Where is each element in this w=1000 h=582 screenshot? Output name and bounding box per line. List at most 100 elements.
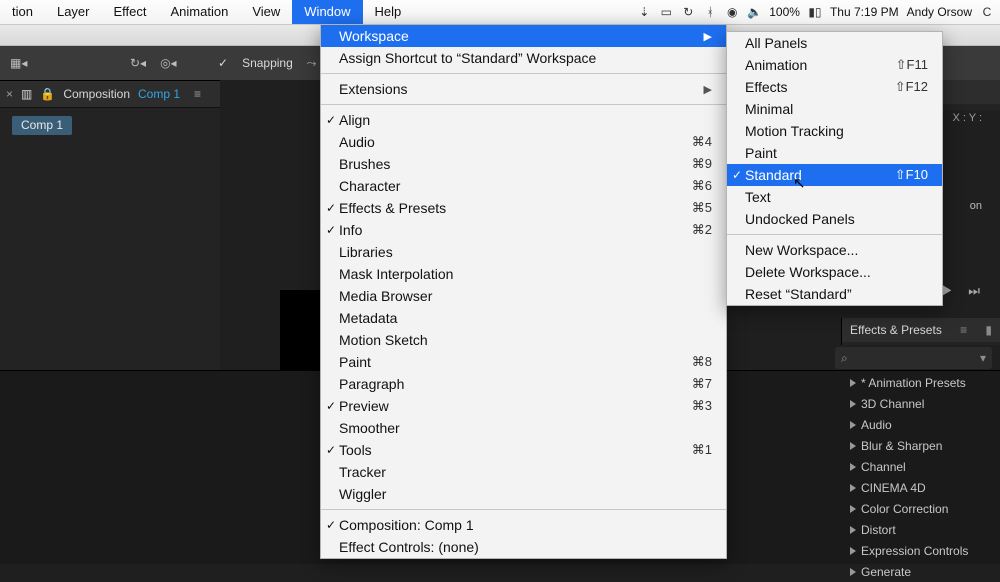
shortcut-label: ⇧F11 (896, 57, 928, 73)
preset-category-audio[interactable]: Audio (842, 414, 1000, 435)
menubar-item-view[interactable]: View (240, 0, 292, 24)
macos-menubar: tionLayerEffectAnimationViewWindowHelp ⇣… (0, 0, 1000, 25)
menu-item-label: Preview (339, 398, 692, 414)
comp-tab[interactable]: Comp 1 (12, 116, 72, 135)
info-on-label: on (970, 200, 982, 212)
window-menu: Workspace▶Assign Shortcut to “Standard” … (320, 24, 727, 559)
spotlight-icon[interactable]: C (980, 5, 994, 19)
bluetooth-icon: ᚼ (703, 5, 717, 19)
preset-category-label: Blur & Sharpen (861, 439, 942, 453)
check-icon: ✓ (325, 113, 337, 127)
window-menu-character[interactable]: Character⌘6 (321, 175, 726, 197)
shortcut-label: ⌘9 (692, 156, 712, 172)
workspace-item-all-panels[interactable]: All Panels (727, 32, 942, 54)
shortcut-label: ⌘8 (692, 354, 712, 370)
window-menu-wiggler[interactable]: Wiggler (321, 483, 726, 505)
snapping-label: Snapping (242, 56, 293, 70)
panel-menu-icon[interactable]: ≡ (960, 323, 967, 337)
window-menu-workspace[interactable]: Workspace▶ (321, 25, 726, 47)
effects-presets-list: * Animation Presets3D ChannelAudio Blur &… (842, 372, 1000, 582)
close-tab-icon[interactable]: × (6, 87, 13, 101)
window-menu-tools[interactable]: ✓Tools⌘1 (321, 439, 726, 461)
menubar-item-animation[interactable]: Animation (159, 0, 241, 24)
workspace-item-reset-standard[interactable]: Reset “Standard” (727, 283, 942, 305)
dropdown-caret-icon[interactable]: ▾ (980, 351, 986, 365)
snapping-checkbox[interactable]: ✓ (218, 56, 228, 70)
workspace-item-new-workspace[interactable]: New Workspace... (727, 239, 942, 261)
menubar-item-layer[interactable]: Layer (45, 0, 102, 24)
active-comp-name[interactable]: Comp 1 (138, 87, 180, 101)
window-menu-mask-interpolation[interactable]: Mask Interpolation (321, 263, 726, 285)
disclosure-triangle-icon (850, 379, 856, 387)
lock-icon[interactable]: 🔒 (40, 87, 55, 101)
window-menu-libraries[interactable]: Libraries (321, 241, 726, 263)
preset-category-cinema-4d[interactable]: CINEMA 4D (842, 477, 1000, 498)
workspace-item-animation[interactable]: Animation⇧F11 (727, 54, 942, 76)
menubar-item-help[interactable]: Help (363, 0, 414, 24)
menu-separator (321, 104, 726, 105)
window-menu-paint[interactable]: Paint⌘8 (321, 351, 726, 373)
workspace-item-minimal[interactable]: Minimal (727, 98, 942, 120)
window-menu-extensions[interactable]: Extensions▶ (321, 78, 726, 100)
panel-menu-icon[interactable]: ≡ (194, 87, 201, 101)
preset-category-distort[interactable]: Distort (842, 519, 1000, 540)
battery-text: 100% (769, 5, 800, 19)
window-menu-info[interactable]: ✓Info⌘2 (321, 219, 726, 241)
workspace-item-delete-workspace[interactable]: Delete Workspace... (727, 261, 942, 283)
preset-category-label: CINEMA 4D (861, 481, 926, 495)
menu-item-label: Effects & Presets (339, 200, 692, 216)
rotate-tool-icon[interactable]: ↻◂ (130, 56, 146, 70)
window-menu-assign-shortcut-to-standard-workspace[interactable]: Assign Shortcut to “Standard” Workspace (321, 47, 726, 69)
window-menu-brushes[interactable]: Brushes⌘9 (321, 153, 726, 175)
workspace-item-effects[interactable]: Effects⇧F12 (727, 76, 942, 98)
preset-category-color-correction[interactable]: Color Correction (842, 498, 1000, 519)
preset-category-generate[interactable]: Generate (842, 561, 1000, 582)
shortcut-label: ⌘1 (692, 442, 712, 458)
check-icon: ✓ (325, 518, 337, 532)
menu-item-label: Paint (745, 145, 928, 161)
panel-title: Composition (63, 87, 130, 101)
preset-category--animation-presets[interactable]: * Animation Presets (842, 372, 1000, 393)
preset-category-label: Expression Controls (861, 544, 968, 558)
window-menu-audio[interactable]: Audio⌘4 (321, 131, 726, 153)
menu-item-label: Character (339, 178, 692, 194)
workspace-item-text[interactable]: Text (727, 186, 942, 208)
menubar-item-window[interactable]: Window (292, 0, 362, 24)
panel-overflow-icon[interactable]: ▮ (985, 323, 992, 337)
window-menu-media-browser[interactable]: Media Browser (321, 285, 726, 307)
workspace-item-paint[interactable]: Paint (727, 142, 942, 164)
preset-category-channel[interactable]: Channel (842, 456, 1000, 477)
effects-search-input[interactable]: ⌕ ▾ (835, 347, 992, 369)
window-menu-composition-comp-1[interactable]: ✓Composition: Comp 1 (321, 514, 726, 536)
volume-icon: 🔈 (747, 5, 761, 19)
window-menu-effects-presets[interactable]: ✓Effects & Presets⌘5 (321, 197, 726, 219)
check-icon: ✓ (325, 399, 337, 413)
window-menu-smoother[interactable]: Smoother (321, 417, 726, 439)
menubar-item-tion[interactable]: tion (0, 0, 45, 24)
window-menu-paragraph[interactable]: Paragraph⌘7 (321, 373, 726, 395)
preset-category-label: Distort (861, 523, 896, 537)
preset-category-label: Color Correction (861, 502, 948, 516)
window-menu-effect-controls-none[interactable]: Effect Controls: (none) (321, 536, 726, 558)
window-menu-align[interactable]: ✓Align (321, 109, 726, 131)
camera-tool-icon[interactable]: ◎◂ (160, 56, 177, 70)
workspace-item-standard[interactable]: ✓Standard⇧F10 (727, 164, 942, 186)
preset-category-expression-controls[interactable]: Expression Controls (842, 540, 1000, 561)
selection-tool-icon[interactable]: ▦◂ (10, 56, 27, 70)
window-menu-preview[interactable]: ✓Preview⌘3 (321, 395, 726, 417)
menubar-item-effect[interactable]: Effect (102, 0, 159, 24)
disclosure-triangle-icon (850, 505, 856, 513)
preset-category-3d-channel[interactable]: 3D Channel (842, 393, 1000, 414)
window-menu-tracker[interactable]: Tracker (321, 461, 726, 483)
disclosure-triangle-icon (850, 547, 856, 555)
menu-item-label: New Workspace... (745, 242, 928, 258)
shortcut-label: ⇧F12 (895, 79, 928, 95)
snapping-caret-icon[interactable]: ⤳ (307, 56, 317, 71)
preset-category-blur-sharpen[interactable]: Blur & Sharpen (842, 435, 1000, 456)
window-menu-motion-sketch[interactable]: Motion Sketch (321, 329, 726, 351)
menu-item-label: Effects (745, 79, 895, 95)
submenu-arrow-icon: ▶ (704, 83, 712, 96)
workspace-item-undocked-panels[interactable]: Undocked Panels (727, 208, 942, 230)
window-menu-metadata[interactable]: Metadata (321, 307, 726, 329)
workspace-item-motion-tracking[interactable]: Motion Tracking (727, 120, 942, 142)
